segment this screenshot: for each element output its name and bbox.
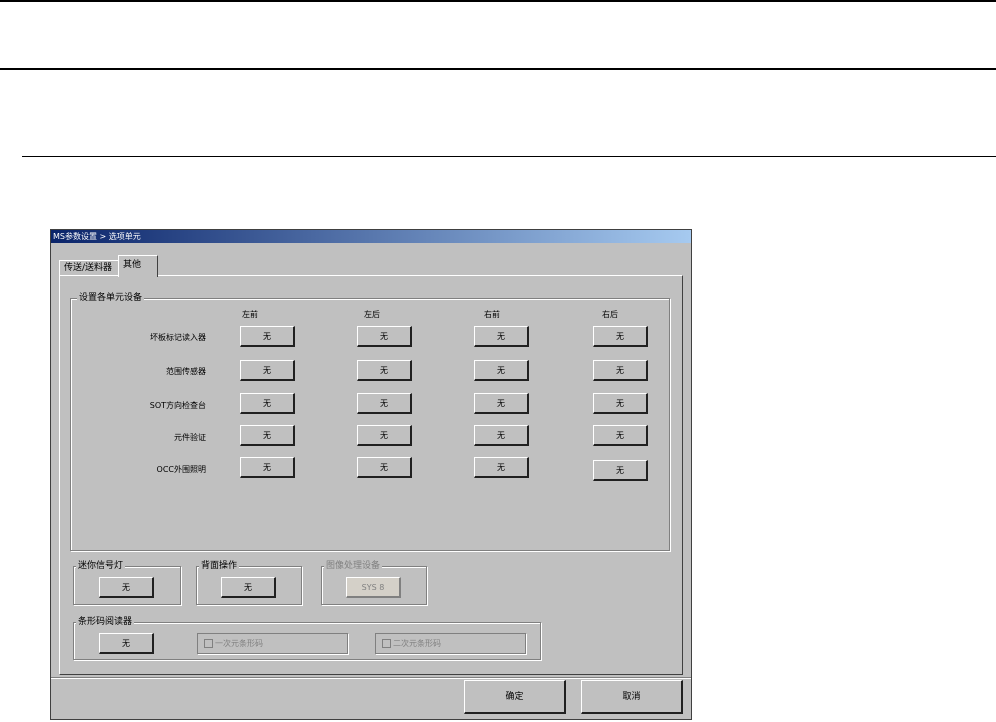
- range-sensor-right-rear-button[interactable]: 无: [593, 360, 648, 381]
- unit-settings-group: 设置各单元设备 左前 左后 右前 右后 坏板标记读入器 无 无 无 无 范围传感…: [70, 292, 670, 551]
- occ-lighting-right-rear-button[interactable]: 无: [593, 460, 648, 481]
- occ-lighting-left-front-button[interactable]: 无: [240, 457, 295, 478]
- header-rule: [0, 68, 996, 70]
- tab-other[interactable]: 其他: [118, 255, 158, 277]
- tab-conveyor-feeder[interactable]: 传送/送料器: [59, 260, 119, 276]
- row-label-range-sensor: 范围传感器: [166, 367, 206, 376]
- range-sensor-right-front-button[interactable]: 无: [474, 360, 529, 381]
- occ-lighting-right-front-button[interactable]: 无: [474, 457, 529, 478]
- section-rule: [22, 156, 996, 157]
- col-header-right-front: 右前: [484, 310, 500, 319]
- checkbox-1d-box: [204, 639, 213, 648]
- rear-operation-legend: 背面操作: [199, 560, 240, 572]
- col-header-left-rear: 左后: [364, 310, 380, 319]
- row-label-component-verification: 元件验证: [174, 433, 206, 442]
- image-processing-button: SYS 8: [346, 577, 401, 598]
- bad-mark-left-front-button[interactable]: 无: [240, 326, 295, 347]
- footer-separator: [51, 677, 691, 679]
- range-sensor-left-front-button[interactable]: 无: [240, 360, 295, 381]
- mini-signal-legend: 迷你信号灯: [76, 560, 126, 572]
- bad-mark-right-rear-button[interactable]: 无: [593, 326, 648, 347]
- range-sensor-left-rear-button[interactable]: 无: [357, 360, 412, 381]
- occ-lighting-left-rear-button[interactable]: 无: [357, 457, 412, 478]
- dialog-window: MS参数设置 > 选项单元 传送/送料器 其他 设置各单元设备 左前 左后 右前…: [50, 229, 692, 720]
- sot-check-right-front-button[interactable]: 无: [474, 393, 529, 414]
- barcode-reader-legend: 条形码阅读器: [76, 616, 135, 628]
- mini-signal-button[interactable]: 无: [99, 577, 154, 598]
- tab-page-other: 设置各单元设备 左前 左后 右前 右后 坏板标记读入器 无 无 无 无 范围传感…: [59, 275, 683, 675]
- image-processing-legend: 图像处理设备: [324, 560, 383, 572]
- col-header-left-front: 左前: [242, 310, 258, 319]
- sot-check-left-front-button[interactable]: 无: [240, 393, 295, 414]
- image-processing-group: 图像处理设备 SYS 8: [321, 560, 427, 605]
- window-title: MS参数设置 > 选项单元: [51, 230, 691, 243]
- rear-operation-group: 背面操作 无: [196, 560, 302, 605]
- component-verify-right-front-button[interactable]: 无: [474, 425, 529, 446]
- barcode-2d-checkbox: 二次元条形码: [375, 633, 526, 654]
- component-verify-left-rear-button[interactable]: 无: [357, 425, 412, 446]
- ok-button[interactable]: 确定: [464, 680, 566, 714]
- sot-check-left-rear-button[interactable]: 无: [357, 393, 412, 414]
- row-label-bad-mark-reader: 坏板标记读入器: [150, 333, 206, 342]
- bad-mark-right-front-button[interactable]: 无: [474, 326, 529, 347]
- row-label-sot-direction-check: SOT方向检查台: [149, 401, 206, 410]
- component-verify-left-front-button[interactable]: 无: [240, 425, 295, 446]
- barcode-1d-label: 一次元条形码: [215, 639, 263, 648]
- cancel-button[interactable]: 取消: [581, 680, 683, 714]
- sot-check-right-rear-button[interactable]: 无: [593, 393, 648, 414]
- checkbox-2d-box: [382, 639, 391, 648]
- top-rule: [0, 0, 996, 2]
- barcode-reader-button[interactable]: 无: [99, 633, 154, 654]
- rear-operation-button[interactable]: 无: [221, 577, 276, 598]
- barcode-2d-label: 二次元条形码: [393, 639, 441, 648]
- row-label-occ-lighting: OCC外围照明: [156, 465, 206, 474]
- bad-mark-left-rear-button[interactable]: 无: [357, 326, 412, 347]
- component-verify-right-rear-button[interactable]: 无: [593, 425, 648, 446]
- barcode-reader-group: 条形码阅读器 无 一次元条形码 二次元条形码: [73, 616, 541, 660]
- barcode-1d-checkbox: 一次元条形码: [197, 633, 348, 654]
- mini-signal-group: 迷你信号灯 无: [73, 560, 181, 605]
- col-header-right-rear: 右后: [602, 310, 618, 319]
- unit-settings-legend: 设置各单元设备: [77, 292, 145, 304]
